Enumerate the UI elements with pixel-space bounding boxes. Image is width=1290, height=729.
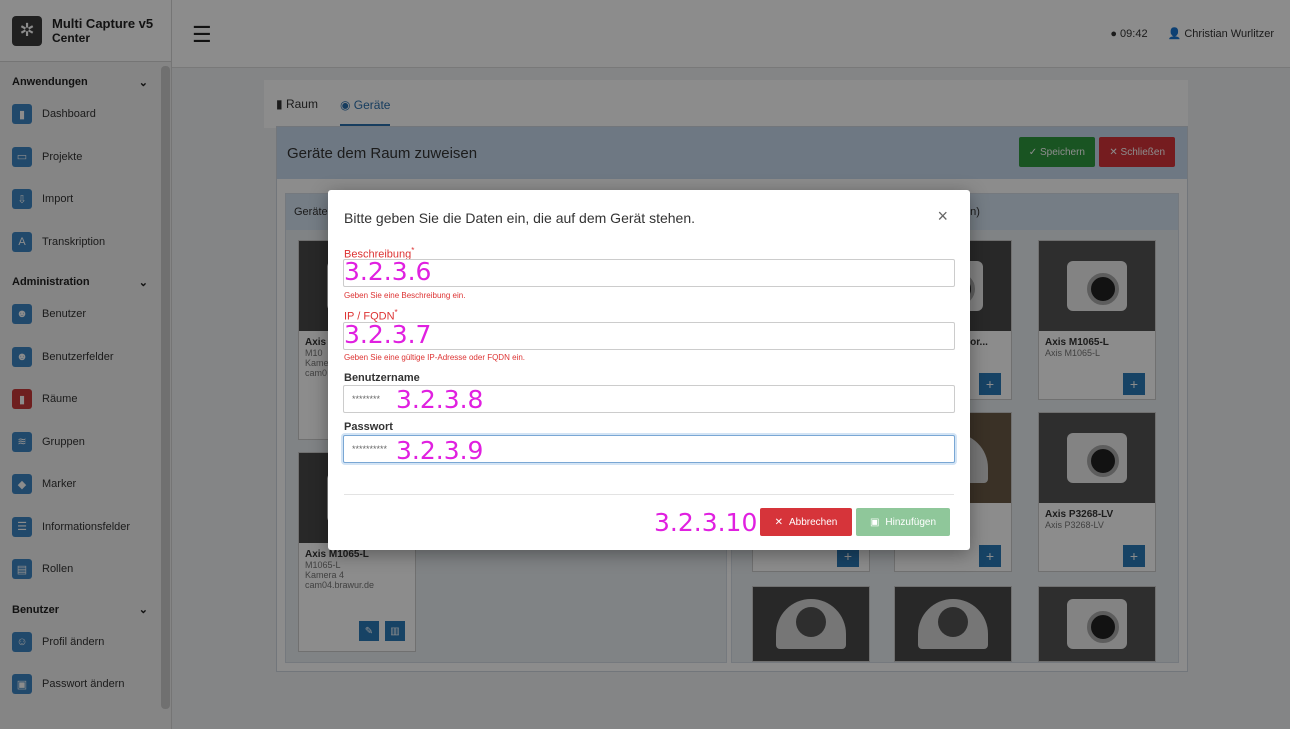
annotation-label: 3.2.3.10 [654, 508, 758, 537]
description-input[interactable] [343, 259, 955, 287]
annotation-label: 3.2.3.8 [396, 385, 484, 414]
username-label: Benutzername [344, 372, 420, 384]
description-help: Geben Sie eine Beschreibung ein. [344, 291, 466, 300]
dialog-title: Bitte geben Sie die Daten ein, die auf d… [344, 210, 696, 226]
add-device-dialog: Bitte geben Sie die Daten ein, die auf d… [328, 190, 970, 550]
required-marker: * [394, 308, 398, 317]
ip-input[interactable] [343, 322, 955, 350]
password-label: Passwort [344, 421, 393, 433]
save-icon: ▣ [869, 516, 880, 528]
add-button[interactable]: ▣ Hinzufügen [856, 508, 950, 536]
cancel-button[interactable]: ✕ Abbrechen [760, 508, 852, 536]
annotation-label: 3.2.3.6 [344, 257, 432, 286]
required-marker: * [411, 246, 415, 255]
close-icon: ✕ [774, 516, 783, 528]
dialog-divider [344, 494, 954, 495]
ip-help: Geben Sie eine gültige IP-Adresse oder F… [344, 353, 525, 362]
annotation-label: 3.2.3.7 [344, 320, 432, 349]
annotation-label: 3.2.3.9 [396, 436, 484, 465]
close-icon[interactable]: × [937, 206, 948, 227]
